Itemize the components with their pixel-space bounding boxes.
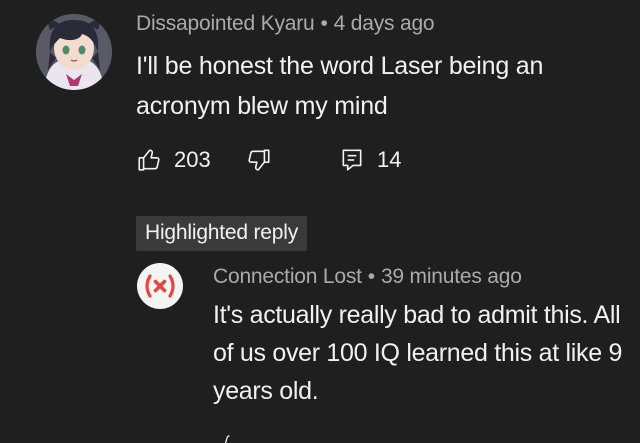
comment-text: I'll be honest the word Laser being an a…	[136, 52, 544, 120]
avatar[interactable]	[36, 14, 112, 90]
highlighted-reply-badge: Highlighted reply	[136, 216, 308, 251]
like-count: 203	[174, 147, 211, 172]
reply-text: It's actually really bad to admit this. …	[213, 301, 623, 405]
comment-time[interactable]: 4 days ago	[334, 12, 435, 35]
like-button[interactable]: 203	[136, 147, 246, 173]
meta-separator: •	[367, 265, 375, 288]
dislike-button[interactable]	[246, 147, 339, 173]
comment-meta: Dissapointed Kyaru • 4 days ago	[136, 12, 435, 36]
connection-lost-icon	[137, 263, 183, 309]
thumbs-down-icon	[248, 149, 270, 171]
reply-button[interactable]: 14	[339, 147, 401, 173]
reply-avatar[interactable]	[136, 262, 184, 310]
reply-time[interactable]: 39 minutes ago	[381, 265, 522, 288]
reply-like-button[interactable]	[216, 432, 232, 443]
reply-count: 14	[377, 147, 402, 172]
thumbs-up-icon	[224, 435, 230, 443]
reply-meta: Connection Lost • 39 minutes ago	[213, 265, 522, 289]
reply-author[interactable]: Connection Lost	[213, 265, 362, 288]
reply-comment-icon	[342, 149, 362, 171]
thumbs-up-icon	[138, 149, 160, 171]
anime-cat-girl-avatar-icon	[36, 14, 112, 90]
comment-actions: 203 14	[136, 143, 401, 177]
meta-separator: •	[320, 12, 328, 35]
comment-author[interactable]: Dissapointed Kyaru	[136, 12, 315, 35]
